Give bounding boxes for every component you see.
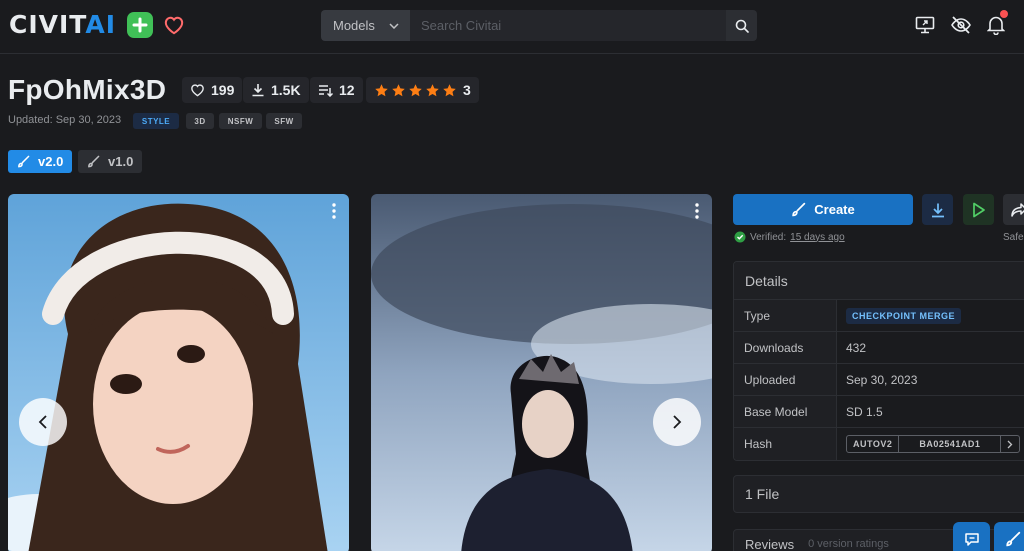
brush-icon — [88, 155, 100, 168]
search-input[interactable] — [410, 10, 726, 41]
like-count: 199 — [211, 82, 235, 98]
hash-selector[interactable]: AUTOV2 BA02541AD1 — [846, 435, 1021, 453]
version-label: v2.0 — [38, 154, 64, 169]
gallery-image-2[interactable] — [371, 194, 712, 551]
plus-icon[interactable] — [127, 12, 154, 38]
carousel-next-button[interactable] — [653, 398, 701, 446]
verified-status: Verified: 15 days ago — [734, 231, 845, 243]
notification-dot — [1000, 10, 1008, 18]
screen-share-icon[interactable] — [913, 13, 937, 37]
rating-stars — [374, 83, 457, 98]
generate-button[interactable] — [994, 522, 1024, 551]
star-icon — [392, 83, 405, 96]
details-row-downloads: Downloads 432 — [734, 332, 1024, 364]
tag-nsfw[interactable]: NSFW — [219, 113, 262, 129]
verified-date-link[interactable]: 15 days ago — [790, 232, 845, 243]
tag-style[interactable]: STYLE — [133, 113, 179, 129]
share-icon — [1010, 202, 1024, 217]
chat-icon — [964, 532, 979, 546]
reviews-subtitle: 0 version ratings — [808, 538, 889, 550]
chevron-right-icon[interactable] — [1001, 436, 1019, 452]
files-accordion[interactable]: 1 File — [733, 475, 1024, 513]
chevron-right-icon — [673, 415, 682, 429]
safe-label: Safe — [1003, 232, 1024, 243]
create-button[interactable]: Create — [733, 194, 913, 225]
details-row-uploaded: Uploaded Sep 30, 2023 — [734, 364, 1024, 396]
detail-label: Downloads — [734, 332, 837, 363]
anime-girl-image — [8, 194, 349, 551]
shield-check-icon — [734, 231, 746, 243]
search-icon — [735, 19, 749, 33]
play-icon — [972, 202, 985, 217]
download-count: 1.5K — [271, 82, 301, 98]
heart-icon[interactable] — [161, 12, 187, 38]
more-options-icon[interactable] — [331, 202, 337, 220]
search-bar: Models / — [321, 10, 757, 41]
detail-value: 432 — [846, 340, 867, 355]
verified-prefix: Verified: — [750, 231, 787, 243]
brush-icon — [18, 155, 30, 168]
detail-value: Sep 30, 2023 — [846, 372, 918, 387]
version-tab-v2[interactable]: v2.0 — [8, 150, 73, 173]
versions-icon — [319, 84, 333, 97]
bell-icon[interactable] — [984, 10, 1008, 37]
detail-label: Hash — [734, 428, 837, 460]
star-icon — [409, 83, 422, 96]
version-label: v1.0 — [108, 154, 134, 169]
details-row-type: Type CHECKPOINT MERGE — [734, 300, 1024, 332]
details-row-base-model: Base Model SD 1.5 — [734, 396, 1024, 428]
download-icon — [931, 203, 944, 217]
hash-algorithm[interactable]: AUTOV2 — [847, 436, 900, 452]
version-tab-v1[interactable]: v1.0 — [78, 150, 143, 173]
type-badge: CHECKPOINT MERGE — [846, 307, 962, 324]
eye-off-icon[interactable] — [949, 13, 973, 37]
logo-wordmark: CIVITAI — [9, 10, 117, 39]
search-type-label: Models — [333, 18, 375, 33]
search-type-select[interactable]: Models — [321, 10, 410, 41]
detail-label: Base Model — [734, 396, 837, 427]
brush-icon — [1005, 531, 1020, 547]
version-count: 12 — [339, 82, 355, 98]
download-icon — [252, 84, 264, 97]
chevron-down-icon — [389, 22, 399, 29]
details-row-hash: Hash AUTOV2 BA02541AD1 — [734, 428, 1024, 460]
top-bar: CIVITAI Models / — [0, 0, 1024, 54]
files-heading: 1 File — [745, 486, 780, 502]
run-button[interactable] — [963, 194, 994, 225]
rating-count: 3 — [463, 82, 471, 98]
search-button[interactable] — [726, 10, 757, 41]
create-label: Create — [814, 202, 855, 217]
detail-value: SD 1.5 — [846, 404, 883, 419]
reviews-heading: Reviews — [745, 536, 795, 551]
share-button[interactable] — [1003, 194, 1024, 225]
hash-value[interactable]: BA02541AD1 — [899, 436, 1002, 452]
heart-outline-icon — [191, 84, 204, 97]
model-title: FpOhMix3D — [8, 74, 167, 105]
star-icon — [426, 83, 439, 96]
carousel-prev-button[interactable] — [19, 398, 67, 446]
download-button[interactable] — [922, 194, 953, 225]
details-panel: Details Type CHECKPOINT MERGE Downloads … — [733, 261, 1024, 461]
star-icon — [443, 83, 456, 96]
brush-icon — [792, 202, 806, 217]
gallery-image-1[interactable] — [8, 194, 349, 551]
star-icon — [375, 83, 388, 96]
chat-button[interactable] — [953, 522, 990, 551]
like-count-pill[interactable]: 199 — [182, 77, 243, 103]
rating-pill[interactable]: 3 — [366, 77, 479, 103]
tag-sfw[interactable]: SFW — [266, 113, 302, 129]
download-count-pill: 1.5K — [243, 77, 309, 103]
version-count-pill: 12 — [310, 77, 363, 103]
more-options-icon[interactable] — [694, 202, 700, 220]
details-heading[interactable]: Details — [734, 262, 1024, 300]
detail-label: Uploaded — [734, 364, 837, 395]
chevron-left-icon — [38, 415, 47, 429]
detail-label: Type — [734, 300, 837, 331]
logo[interactable]: CIVITAI — [9, 12, 187, 38]
updated-date: Updated: Sep 30, 2023 — [8, 114, 122, 126]
tag-3d[interactable]: 3D — [186, 113, 214, 129]
warrior-image — [371, 194, 712, 551]
